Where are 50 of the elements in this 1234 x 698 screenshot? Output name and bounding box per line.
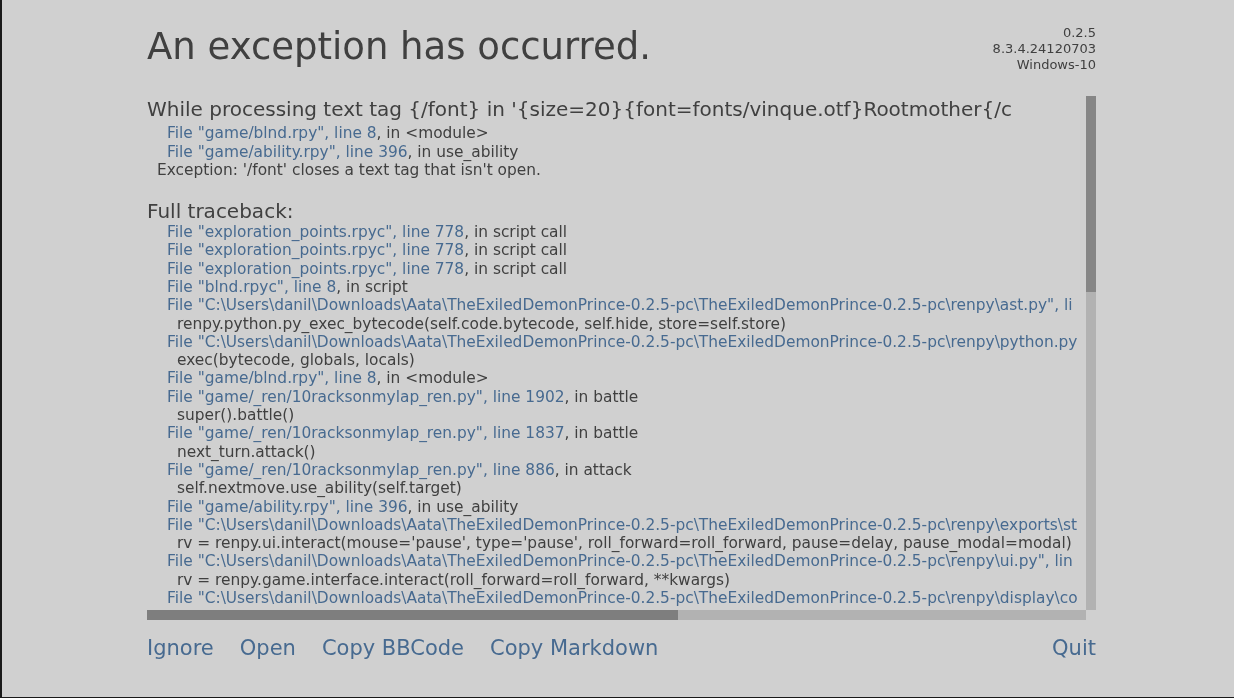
error-title: An exception has occurred. <box>147 24 652 70</box>
traceback-heading: Full traceback: <box>147 199 295 224</box>
frame-context: , in script call <box>464 223 568 242</box>
error-message: While processing text tag {/font} in '{size=20}{font=fonts/vinque.otf}Rootmother{/c <box>147 97 1013 121</box>
file-link[interactable]: File "game/ability.rpy", line 396 <box>167 142 408 161</box>
file-link[interactable]: File "C:\Users\danil\Downloads\Aata\TheExiledDemonPrince-0.2.5-pc\TheExiledDemonPrince-0.2.5-pc\renpy\exports\st <box>167 515 1077 534</box>
code-line: exec(bytecode, globals, locals) <box>176 351 416 370</box>
scrollbar-thumb[interactable] <box>1086 96 1096 292</box>
action-button[interactable]: Copy BBCode <box>321 634 465 662</box>
file-link[interactable]: File "exploration_points.rpyc", line 778 <box>167 223 465 242</box>
file-link[interactable]: File "C:\Users\danil\Downloads\Aata\TheExiledDemonPrince-0.2.5-pc\TheExiledDemonPrince-0.2.5-pc\renpy\python.py <box>167 332 1078 351</box>
file-link[interactable]: File "exploration_points.rpyc", line 778 <box>167 259 465 278</box>
file-link[interactable]: File "game/blnd.rpy", line 8 <box>167 124 377 142</box>
frame-context: , in script call <box>464 241 568 260</box>
exception-text: Exception: '/font' closes a text tag that isn't open. <box>156 161 542 181</box>
frame-context: , in use_ability <box>407 497 519 516</box>
file-link[interactable]: File "game/blnd.rpy", line 8 <box>167 369 377 388</box>
file-link[interactable]: File "C:\Users\danil\Downloads\Aata\TheExiledDemonPrince-0.2.5-pc\TheExiledDemonPrince-0.2.5-pc\renpy\display\co <box>167 589 1078 608</box>
action-button[interactable]: Open <box>239 634 296 662</box>
vertical-scrollbar[interactable] <box>1086 96 1096 610</box>
file-link[interactable]: File "C:\Users\danil\Downloads\Aata\TheExiledDemonPrince-0.2.5-pc\TheExiledDemonPrince-0.2.5-pc\renpy\ast.py", li <box>167 296 1073 315</box>
file-link[interactable]: File "game/_ren/10racksonmylap_ren.py", line 886 <box>167 460 555 479</box>
frame-context: , in script <box>336 278 408 296</box>
quit-button[interactable]: Quit <box>1052 634 1096 662</box>
file-link[interactable]: File "blnd.rpyc", line 8 <box>167 278 337 296</box>
file-link[interactable]: File "C:\Users\danil\Downloads\Aata\TheExiledDemonPrince-0.2.5-pc\TheExiledDemonPrince-0.2.5-pc\renpy\ui.py", lin <box>167 552 1073 571</box>
file-link[interactable]: File "game/_ren/10racksonmylap_ren.py", line 1837 <box>167 424 565 443</box>
action-button[interactable]: Ignore <box>147 634 214 662</box>
frame-context: , in use_ability <box>407 142 519 161</box>
file-link[interactable]: File "exploration_points.rpyc", line 778 <box>167 241 465 260</box>
code-line: rv = renpy.ui.interact(mouse='pause', type='pause', roll_forward=roll_forward, pause=delay, pause_modal=modal) <box>176 534 1073 553</box>
code-line: next_turn.attack() <box>176 442 317 461</box>
file-link[interactable]: File "game/ability.rpy", line 396 <box>167 497 408 516</box>
version-text: Windows-10 <box>1015 57 1096 73</box>
code-line: rv = renpy.game.interface.interact(roll_forward=roll_forward, **kwargs) <box>176 570 731 590</box>
code-line: super().battle() <box>176 406 296 425</box>
version-text: 0.2.5 <box>1061 25 1096 41</box>
horizontal-scrollbar[interactable] <box>147 610 1086 620</box>
frame-context: , in attack <box>554 460 632 479</box>
frame-context: , in script call <box>464 259 568 278</box>
action-button[interactable]: Copy Markdown <box>490 634 659 662</box>
frame-context: , in <module> <box>376 124 489 142</box>
scrollbar-thumb[interactable] <box>147 610 678 620</box>
frame-context: , in <module> <box>376 369 489 388</box>
frame-context: , in battle <box>564 424 639 443</box>
version-text: 8.3.4.24120703 <box>992 41 1096 57</box>
code-line: renpy.python.py_exec_bytecode(self.code.bytecode, self.hide, store=self.store) <box>176 314 787 333</box>
file-link[interactable]: File "game/_ren/10racksonmylap_ren.py", line 1902 <box>167 387 565 406</box>
code-line: self.nextmove.use_ability(self.target) <box>176 479 463 498</box>
frame-context: , in battle <box>564 387 639 406</box>
